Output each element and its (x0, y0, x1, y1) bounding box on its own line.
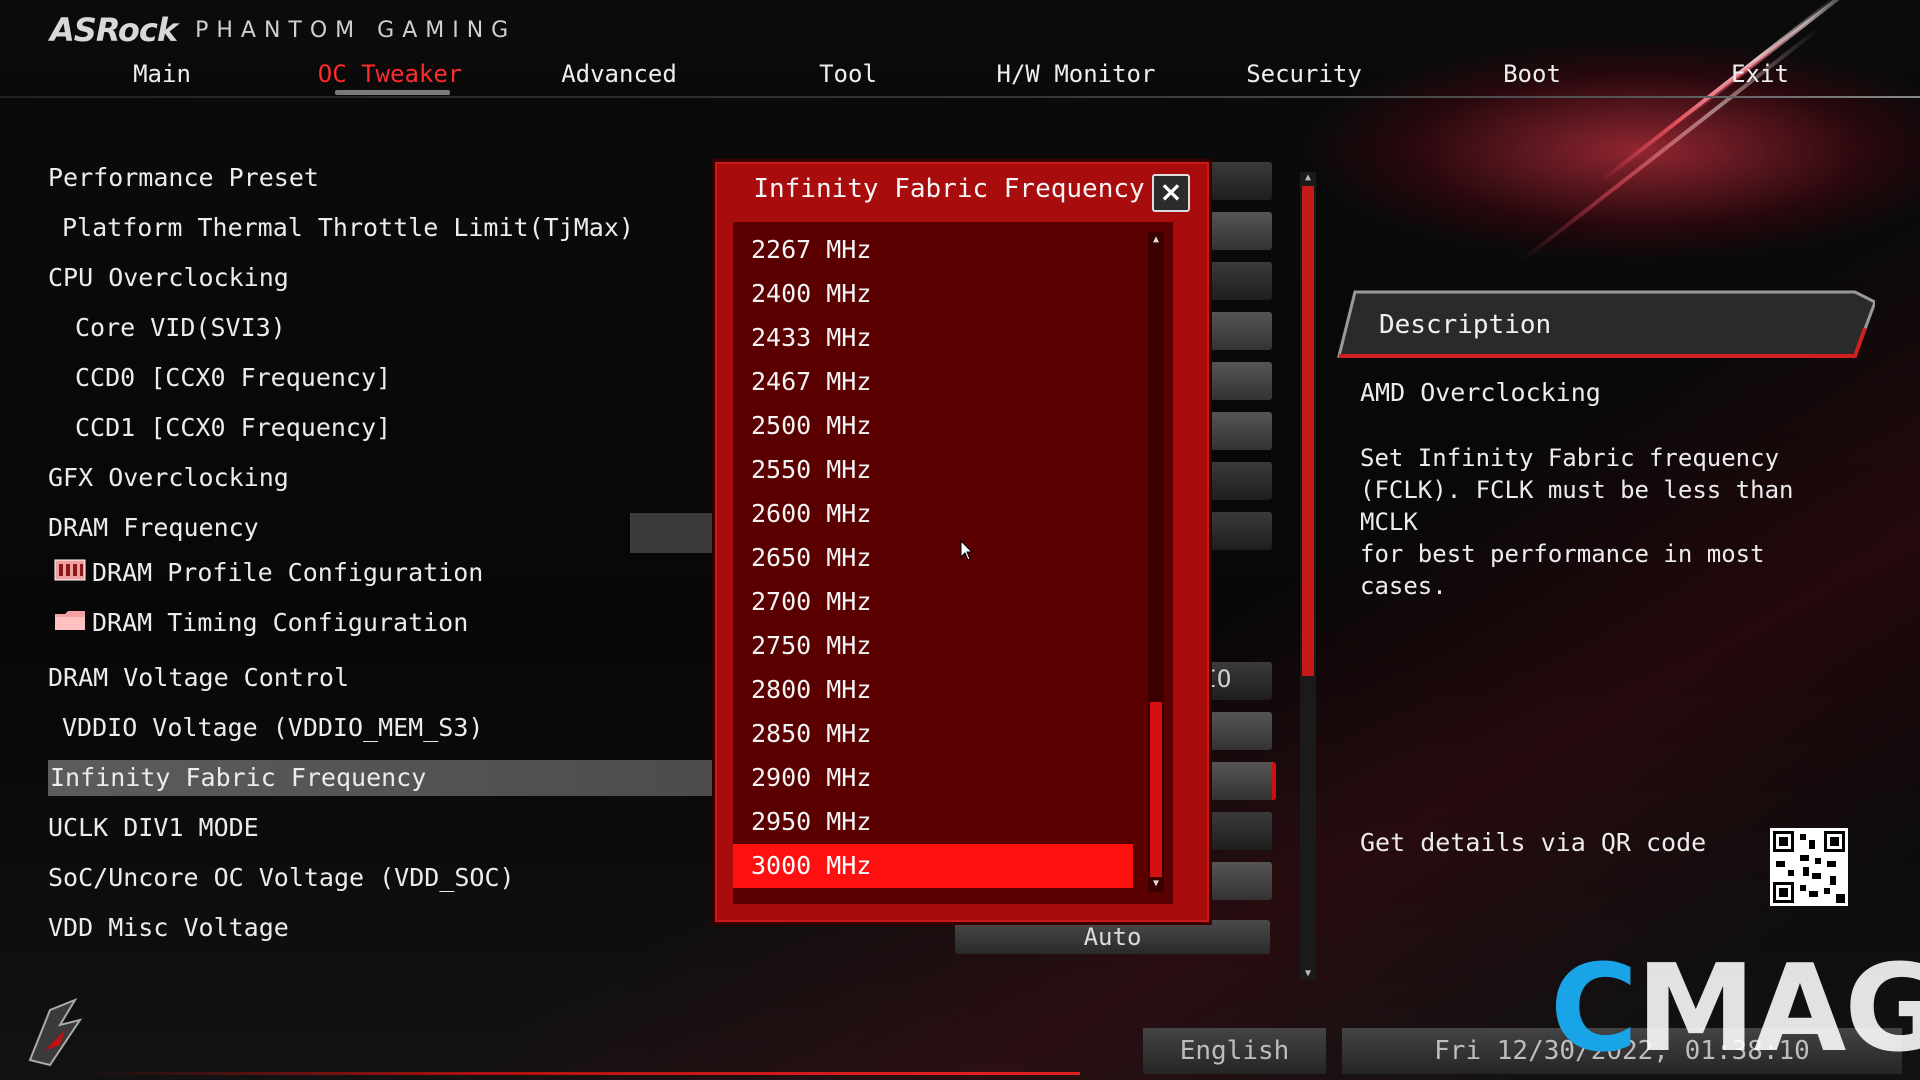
mouse-cursor-icon (960, 540, 974, 561)
option-item[interactable]: 2400 MHz (733, 272, 1133, 316)
menu-dram-voltage-control[interactable]: DRAM Voltage Control (48, 660, 349, 696)
value-box[interactable] (1210, 262, 1272, 300)
menu-core-vid[interactable]: Core VID(SVI3) (75, 310, 286, 346)
menu-platform-thermal-throttle[interactable]: Platform Thermal Throttle Limit(TjMax) (62, 210, 634, 246)
popup-title: Infinity Fabric Frequency (753, 174, 1145, 204)
menu-gfx-overclocking[interactable]: GFX Overclocking (48, 460, 289, 496)
option-item[interactable]: 2700 MHz (733, 580, 1133, 624)
scroll-down-icon[interactable]: ▼ (1150, 878, 1162, 890)
menu-performance-preset[interactable]: Performance Preset (48, 160, 319, 196)
menu-dram-profile-config[interactable]: DRAM Profile Configuration (54, 555, 483, 591)
description-subtitle: AMD Overclocking (1360, 378, 1601, 407)
qr-code-icon[interactable] (1770, 828, 1848, 906)
scroll-up-icon[interactable]: ▲ (1302, 172, 1314, 184)
tab-hw-monitor[interactable]: H/W Monitor (976, 60, 1176, 88)
menu-ccd0-frequency[interactable]: CCD0 [CCX0 Frequency] (75, 360, 391, 396)
option-item[interactable]: 2500 MHz (733, 404, 1133, 448)
frequency-options-list: 2267 MHz 2400 MHz 2433 MHz 2467 MHz 2500… (733, 222, 1173, 904)
value-box[interactable] (1210, 862, 1272, 900)
option-item[interactable]: 2800 MHz (733, 668, 1133, 712)
menu-uclk-div1-mode[interactable]: UCLK DIV1 MODE (48, 810, 259, 846)
tab-exit[interactable]: Exit (1660, 60, 1860, 88)
folder-icon (54, 606, 86, 642)
popup-scrollbar[interactable]: ▲ ▼ (1148, 232, 1164, 892)
menu-soc-uncore-voltage[interactable]: SoC/Uncore OC Voltage (VDD_SOC) (48, 860, 515, 896)
option-item[interactable]: 2650 MHz (733, 536, 1133, 580)
header-divider (0, 96, 1920, 98)
phantom-gaming-logo-icon (20, 990, 90, 1070)
value-box[interactable] (1210, 312, 1272, 350)
value-box[interactable] (1210, 362, 1272, 400)
brand-logo: ASRock PHANTOM GAMING (50, 10, 516, 50)
close-icon[interactable]: × (1152, 174, 1190, 212)
value-box[interactable] (1210, 512, 1272, 550)
description-header: Description (1335, 288, 1875, 360)
option-item[interactable]: 2750 MHz (733, 624, 1133, 668)
infinity-fabric-popup: Infinity Fabric Frequency × 2267 MHz 240… (715, 162, 1209, 922)
menu-dram-profile-config-label: DRAM Profile Configuration (92, 558, 484, 587)
option-item[interactable]: 2550 MHz (733, 448, 1133, 492)
option-item[interactable]: 2433 MHz (733, 316, 1133, 360)
menu-cpu-overclocking[interactable]: CPU Overclocking (48, 260, 289, 296)
value-box[interactable] (1210, 162, 1272, 200)
tab-advanced[interactable]: Advanced (519, 60, 719, 88)
footer-accent-line (80, 1072, 1080, 1075)
menu-vddio-voltage[interactable]: VDDIO Voltage (VDDIO_MEM_S3) (62, 710, 483, 746)
option-item[interactable]: 2850 MHz (733, 712, 1133, 756)
option-item-selected[interactable]: 3000 MHz (733, 844, 1133, 888)
value-box[interactable] (1210, 412, 1272, 450)
tab-oc-tweaker[interactable]: OC Tweaker (290, 60, 490, 88)
description-title: Description (1379, 310, 1552, 340)
value-box[interactable] (1210, 712, 1272, 750)
tab-boot[interactable]: Boot (1432, 60, 1632, 88)
vdd-misc-value[interactable]: Auto (955, 920, 1270, 954)
watermark-c: C (1550, 940, 1638, 1079)
scrollbar-thumb[interactable] (1302, 186, 1314, 676)
value-box[interactable] (1210, 462, 1272, 500)
active-tab-indicator (335, 90, 450, 95)
dram-frequency-value[interactable] (630, 513, 720, 553)
brand-line: PHANTOM GAMING (195, 17, 517, 43)
watermark: CMAG (1550, 940, 1920, 1079)
option-item[interactable]: 2600 MHz (733, 492, 1133, 536)
qr-label: Get details via QR code (1360, 828, 1707, 857)
menu-dram-frequency[interactable]: DRAM Frequency (48, 510, 259, 546)
value-box-infinity-fabric[interactable] (1210, 762, 1276, 800)
tab-security[interactable]: Security (1204, 60, 1404, 88)
tab-main[interactable]: Main (62, 60, 262, 88)
main-scrollbar[interactable]: ▲ ▼ (1300, 172, 1316, 980)
brand-name: ASRock (50, 11, 178, 49)
option-item[interactable]: 2950 MHz (733, 800, 1133, 844)
description-body: Set Infinity Fabric frequency (FCLK). FC… (1360, 444, 1794, 600)
watermark-rest: MAG (1636, 940, 1920, 1079)
menu-ccd1-frequency[interactable]: CCD1 [CCX0 Frequency] (75, 410, 391, 446)
top-nav: Main OC Tweaker Advanced Tool H/W Monito… (0, 60, 1920, 96)
popup-scrollbar-thumb[interactable] (1150, 702, 1162, 877)
menu-dram-timing-config-label: DRAM Timing Configuration (92, 608, 469, 637)
option-item[interactable]: 2467 MHz (733, 360, 1133, 404)
menu-vdd-misc-voltage[interactable]: VDD Misc Voltage (48, 910, 289, 946)
scroll-down-icon[interactable]: ▼ (1302, 968, 1314, 980)
option-item[interactable]: 2267 MHz (733, 228, 1133, 272)
dram-module-icon (54, 556, 86, 592)
option-item[interactable]: 2900 MHz (733, 756, 1133, 800)
tab-tool[interactable]: Tool (748, 60, 948, 88)
menu-dram-timing-config[interactable]: DRAM Timing Configuration (54, 605, 468, 641)
menu-infinity-fabric-frequency[interactable]: Infinity Fabric Frequency (48, 760, 715, 796)
scroll-up-icon[interactable]: ▲ (1150, 234, 1162, 246)
value-box[interactable] (1210, 812, 1272, 850)
value-box[interactable] (1210, 212, 1272, 250)
language-selector[interactable]: English (1143, 1028, 1326, 1074)
